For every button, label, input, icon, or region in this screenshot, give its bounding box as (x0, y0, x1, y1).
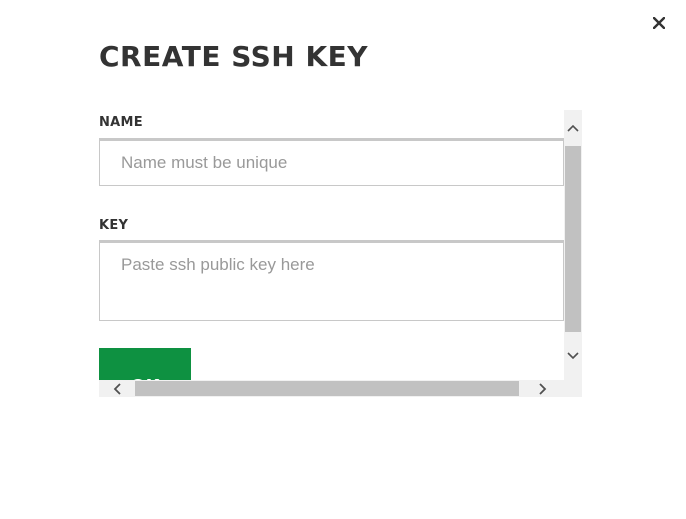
scroll-up-button[interactable] (564, 110, 582, 146)
chevron-right-icon (539, 382, 547, 395)
horizontal-scrollbar[interactable] (99, 380, 582, 397)
name-input-placeholder: Name must be unique (121, 153, 288, 172)
key-textarea-placeholder: Paste ssh public key here (121, 255, 315, 274)
close-icon (653, 17, 665, 29)
page-title: CREATE SSH KEY (99, 40, 369, 73)
scroll-left-button[interactable] (99, 380, 135, 397)
close-button[interactable] (650, 14, 668, 32)
name-input[interactable]: Name must be unique (99, 138, 564, 186)
ok-button[interactable]: OK (99, 348, 191, 380)
vertical-scroll-thumb[interactable] (565, 146, 581, 332)
key-textarea[interactable]: Paste ssh public key here (99, 240, 564, 321)
key-label: KEY (99, 218, 129, 233)
form-scroll-area: NAME Name must be unique KEY Paste ssh p… (99, 110, 564, 380)
scroll-right-button[interactable] (525, 380, 561, 397)
vertical-scrollbar[interactable] (564, 110, 582, 380)
horizontal-scroll-thumb[interactable] (135, 381, 519, 396)
name-label: NAME (99, 115, 143, 130)
scroll-down-button[interactable] (564, 338, 582, 374)
create-ssh-key-dialog: CREATE SSH KEY NAME Name must be unique … (0, 0, 686, 519)
chevron-left-icon (113, 382, 121, 395)
chevron-up-icon (567, 124, 579, 132)
chevron-down-icon (567, 352, 579, 360)
